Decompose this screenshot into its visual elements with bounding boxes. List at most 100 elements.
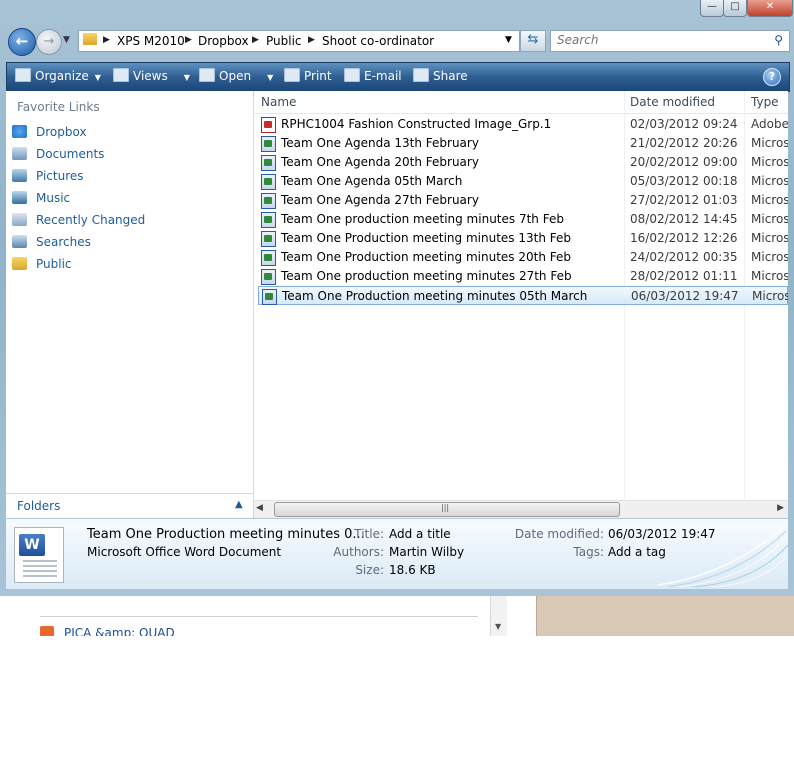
file-type: Microso — [751, 174, 788, 188]
divider — [40, 616, 478, 617]
forward-button[interactable]: → — [36, 29, 62, 55]
file-name: Team One production meeting minutes 7th … — [281, 212, 564, 226]
scroll-down-arrow-icon[interactable]: ▼ — [495, 622, 501, 631]
search-input[interactable] — [551, 31, 757, 49]
scrollbar-thumb[interactable]: ||| — [274, 502, 620, 517]
file-type: Microso — [751, 193, 788, 207]
horizontal-scrollbar[interactable]: ◀ ||| ▶ — [254, 500, 788, 518]
explorer-window: — □ ✕ ← → ▼ ▶ XPS M2010 ▶ Dropbox ▶ Publ… — [0, 0, 794, 598]
file-row[interactable]: Team One Agenda 05th March 05/03/2012 00… — [258, 172, 788, 191]
email-button[interactable]: E-mail — [344, 63, 402, 91]
chevron-right-icon[interactable]: ▶ — [185, 35, 192, 45]
background-sidebar — [536, 596, 794, 636]
authors-field[interactable]: Martin Wilby — [389, 545, 464, 559]
file-type: Microso — [752, 289, 788, 303]
chevron-right-icon[interactable]: ▶ — [308, 35, 315, 45]
background-webpage: PICA &amp; QUAD ▼ — [0, 596, 794, 636]
sidebar-item-label: Documents — [36, 147, 105, 161]
breadcrumb-xps-m2010[interactable]: XPS M2010 — [117, 34, 185, 48]
views-button[interactable]: Views ▼ — [113, 63, 190, 91]
favorite-links-heading: Favorite Links — [17, 100, 100, 114]
documents-icon — [12, 147, 27, 160]
scroll-right-arrow-icon[interactable]: ▶ — [777, 503, 784, 513]
file-name: RPHC1004 Fashion Constructed Image_Grp.1 — [281, 117, 552, 131]
file-name: Team One Agenda 05th March — [281, 174, 463, 188]
file-row[interactable]: Team One Agenda 13th February 21/02/2012… — [258, 134, 788, 153]
maximize-button[interactable]: □ — [723, 0, 747, 17]
organize-button[interactable]: Organize ▼ — [15, 63, 101, 91]
sidebar-item-searches[interactable]: Searches — [12, 233, 242, 253]
organize-label: Organize — [35, 69, 89, 83]
background-scrollbar[interactable]: ▼ — [490, 596, 507, 636]
share-button[interactable]: Share — [413, 63, 468, 91]
file-date: 16/02/2012 12:26 — [630, 231, 738, 245]
file-date: 02/03/2012 09:24 — [630, 117, 738, 131]
back-button[interactable]: ← — [8, 28, 36, 56]
chevron-right-icon[interactable]: ▶ — [103, 35, 110, 45]
file-type: Microso — [751, 269, 788, 283]
recent-pages-dropdown[interactable]: ▼ — [63, 35, 70, 45]
grip-icon: ||| — [441, 503, 450, 512]
sidebar-item-label: Searches — [36, 235, 91, 249]
sidebar-item-label: Recently Changed — [36, 213, 146, 227]
title-field[interactable]: Add a title — [389, 527, 451, 541]
file-row-selected[interactable]: Team One Production meeting minutes 05th… — [258, 286, 788, 305]
sidebar-item-music[interactable]: Music — [12, 189, 242, 209]
help-button[interactable]: ? — [763, 68, 781, 86]
open-label: Open — [219, 69, 252, 83]
chevron-down-icon: ▼ — [94, 73, 101, 82]
breadcrumb-dropbox[interactable]: Dropbox — [198, 34, 249, 48]
sidebar-item-public[interactable]: Public — [12, 255, 242, 275]
navigation-pane: Favorite Links Dropbox Documents Picture… — [6, 91, 254, 517]
column-header-type[interactable]: Type — [751, 95, 779, 109]
sidebar-item-label: Public — [36, 257, 72, 271]
word-file-icon — [261, 174, 276, 190]
file-row[interactable]: Team One production meeting minutes 27th… — [258, 267, 788, 286]
search-icon[interactable]: ⚲ — [774, 33, 783, 47]
file-row[interactable]: Team One Agenda 20th February 20/02/2012… — [258, 153, 788, 172]
file-name: Team One Production meeting minutes 13th… — [281, 231, 571, 245]
date-modified-label: Date modified: — [514, 527, 604, 541]
views-label: Views — [133, 69, 168, 83]
print-button[interactable]: Print — [284, 63, 332, 91]
search-box[interactable]: ⚲ — [550, 30, 790, 52]
file-list: Name Date modified Type RPHC1004 Fashion… — [254, 91, 788, 517]
background-link[interactable]: PICA &amp; QUAD — [64, 626, 175, 636]
file-name: Team One Agenda 20th February — [281, 155, 479, 169]
file-row[interactable]: RPHC1004 Fashion Constructed Image_Grp.1… — [258, 115, 788, 134]
file-name: Team One Agenda 27th February — [281, 193, 479, 207]
file-row[interactable]: Team One Production meeting minutes 20th… — [258, 248, 788, 267]
sidebar-item-recently-changed[interactable]: Recently Changed — [12, 211, 242, 231]
file-date: 05/03/2012 00:18 — [630, 174, 738, 188]
chevron-right-icon[interactable]: ▶ — [252, 35, 259, 45]
views-icon — [113, 68, 129, 82]
file-row[interactable]: Team One Production meeting minutes 13th… — [258, 229, 788, 248]
forward-arrow-icon: → — [43, 34, 55, 49]
recently-changed-icon — [12, 213, 27, 226]
close-button[interactable]: ✕ — [747, 0, 793, 17]
file-type: Microso — [751, 250, 788, 264]
chevron-down-icon: ▼ — [183, 73, 190, 82]
breadcrumb-shoot-co-ordinator[interactable]: Shoot co-ordinator — [322, 34, 434, 48]
file-row[interactable]: Team One production meeting minutes 7th … — [258, 210, 788, 229]
column-header-name[interactable]: Name — [261, 95, 296, 109]
address-bar[interactable]: ▶ XPS M2010 ▶ Dropbox ▶ Public ▶ Shoot c… — [78, 30, 520, 52]
file-row[interactable]: Team One Agenda 27th February 27/02/2012… — [258, 191, 788, 210]
file-name: Team One Production meeting minutes 05th… — [282, 289, 588, 303]
chevron-down-icon[interactable]: ▼ — [505, 35, 512, 45]
pictures-icon — [12, 169, 27, 182]
file-type: Microso — [751, 231, 788, 245]
scroll-left-arrow-icon[interactable]: ◀ — [256, 503, 263, 513]
file-type: Microso — [751, 136, 788, 150]
breadcrumb-public[interactable]: Public — [266, 34, 302, 48]
column-header-date-modified[interactable]: Date modified — [630, 95, 715, 109]
sidebar-item-dropbox[interactable]: Dropbox — [12, 123, 242, 143]
sidebar-item-documents[interactable]: Documents — [12, 145, 242, 165]
minimize-button[interactable]: — — [700, 0, 724, 17]
sidebar-item-pictures[interactable]: Pictures — [12, 167, 242, 187]
word-file-icon — [261, 136, 276, 152]
folders-toggle[interactable]: Folders ▲ — [6, 493, 253, 518]
refresh-button[interactable]: ⇆ — [520, 30, 546, 52]
open-button[interactable]: Open ▼ — [199, 63, 273, 91]
folder-icon — [83, 33, 97, 45]
